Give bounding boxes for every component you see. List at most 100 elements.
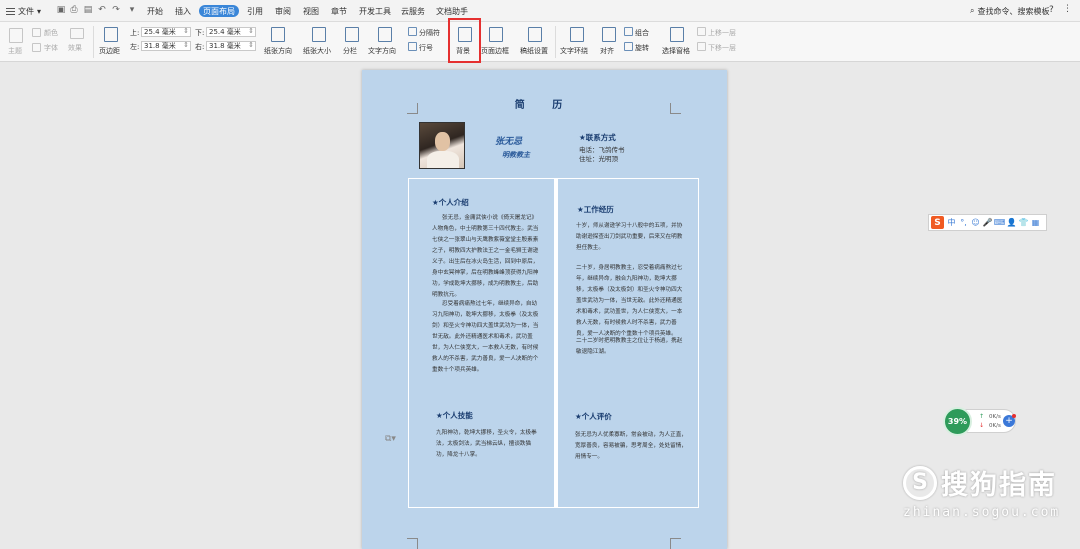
paper-size-icon xyxy=(312,27,326,42)
contact-address: 住址：光明顶 xyxy=(579,155,618,163)
top-margin-label: 上: xyxy=(130,29,140,37)
upload-arrow-icon: ↑ xyxy=(979,413,985,420)
evaluation-heading: ★个人评价 xyxy=(575,412,612,421)
download-speed: 0K/s xyxy=(989,423,1001,429)
align-icon xyxy=(602,27,616,42)
group-icon xyxy=(624,27,633,36)
user-icon[interactable]: 👤 xyxy=(1007,218,1017,227)
print-icon[interactable]: ⎙ xyxy=(68,4,80,16)
columns-button[interactable]: 分栏 xyxy=(343,46,357,56)
document-page[interactable]: 简 历 张无忌 明教教主 ★联系方式 电话：飞鸽传书 住址：光明顶 ★个人介绍 … xyxy=(362,70,727,549)
sogou-zhinan-logo-icon xyxy=(903,465,937,500)
network-monitor-widget[interactable]: 39% ↑ 0K/s ↓ 0K/s + xyxy=(943,407,1016,436)
skills-paragraph: 九阳神功，乾坤大挪移，圣火令，太极拳法，太极剑法，武当梯云纵，擅谈跌猫功，降龙十… xyxy=(436,430,537,458)
tab-page-layout[interactable]: 页面布局 xyxy=(199,5,239,17)
emoji-icon[interactable]: ☺ xyxy=(971,218,980,227)
text-wrap-icon xyxy=(570,27,584,42)
margin-corner-mark xyxy=(407,538,418,549)
customize-toolbar-icon[interactable]: ▾ xyxy=(126,4,138,16)
photo-robe xyxy=(427,151,459,168)
bring-forward-button[interactable]: 上移一层 xyxy=(708,28,736,38)
command-search[interactable]: ⌕ 查找命令、搜索模板 xyxy=(970,5,1049,17)
person-role: 明教教主 xyxy=(502,150,530,159)
text-wrap-button[interactable]: 文字环绕 xyxy=(560,46,588,56)
column-divider xyxy=(554,178,558,508)
menu-bar: 文件 ▾ ▣ ⎙ ▤ ↶ ↷ ▾ 开始 插入 页面布局 引用 审阅 视图 章节 … xyxy=(0,0,1080,22)
keyboard-icon[interactable]: ⌨ xyxy=(994,218,1006,227)
watermark-url: zhinan.sogou.com xyxy=(903,505,1061,520)
paragraph-layout-icon[interactable]: ⧉▾ xyxy=(385,434,396,444)
right-margin-label: 右: xyxy=(195,43,205,51)
profile-photo[interactable] xyxy=(419,122,465,169)
paper-size-button[interactable]: 纸张大小 xyxy=(303,46,331,56)
accelerate-icon[interactable]: + xyxy=(1003,414,1016,427)
fonts-icon xyxy=(32,43,41,52)
intro-paragraph-1: 张无忌，金庸武侠小说《倚天屠龙记》人物角色，中土明教第三十四代教主。武当七侠之一… xyxy=(432,215,539,298)
tab-view[interactable]: 视图 xyxy=(300,4,322,18)
colors-button[interactable]: 颜色 xyxy=(44,28,58,38)
bring-forward-icon xyxy=(697,27,706,36)
bottom-margin-label: 下: xyxy=(195,29,205,37)
group-button[interactable]: 组合 xyxy=(635,28,649,38)
draft-paper-icon xyxy=(528,27,542,42)
tab-developer[interactable]: 开发工具 xyxy=(358,4,392,18)
theme-button[interactable]: 主题 xyxy=(8,46,22,56)
effects-icon xyxy=(70,28,84,39)
line-numbers-button[interactable]: 行号 xyxy=(419,43,433,53)
redo-icon[interactable]: ↷ xyxy=(110,4,122,16)
breaks-button[interactable]: 分隔符 xyxy=(419,28,440,38)
draft-paper-button[interactable]: 稿纸设置 xyxy=(520,46,548,56)
export-pdf-icon[interactable]: ▤ xyxy=(82,4,94,16)
photo-face xyxy=(435,132,450,151)
tab-references[interactable]: 引用 xyxy=(244,4,266,18)
line-numbers-icon xyxy=(408,42,417,51)
toolbox-icon[interactable]: ▦ xyxy=(1031,218,1040,227)
language-toggle-icon[interactable]: 中 xyxy=(947,218,956,227)
microphone-icon[interactable]: 🎤 xyxy=(983,218,993,227)
hamburger-icon xyxy=(6,7,15,15)
save-icon[interactable]: ▣ xyxy=(55,4,67,16)
top-margin-input[interactable]: 25.4 毫米 xyxy=(141,27,191,37)
help-icon[interactable]: ? xyxy=(1049,5,1054,15)
search-icon: ⌕ xyxy=(970,6,975,15)
ribbon-divider xyxy=(555,26,556,58)
page-border-button[interactable]: 页面边框 xyxy=(481,46,509,56)
work-paragraph-3: 二十二岁时把明教教主之位让于杨逍，携赵敏退隐江湖。 xyxy=(576,338,683,355)
columns-icon xyxy=(345,27,359,42)
rotate-button[interactable]: 旋转 xyxy=(635,43,649,53)
align-button[interactable]: 对齐 xyxy=(600,46,614,56)
undo-icon[interactable]: ↶ xyxy=(96,4,108,16)
orientation-button[interactable]: 纸张方向 xyxy=(264,46,292,56)
more-options-icon[interactable]: ⋮ xyxy=(1063,4,1072,14)
background-button-highlight xyxy=(448,18,481,63)
tab-review[interactable]: 审阅 xyxy=(272,4,294,18)
tab-sections[interactable]: 章节 xyxy=(328,4,350,18)
page-border-icon xyxy=(489,27,503,42)
intro-paragraph-2: 忍受着病痛熬过七年，继续异命，自幼习九阳神功，乾坤大挪移，太极拳（及太极剑）和圣… xyxy=(432,301,539,373)
work-paragraph-1: 十岁，师从谢逊学习十八般中的五项，并协助谢逊探查出刀剑武功重要，后来又在明教担任… xyxy=(576,223,683,251)
text-direction-icon xyxy=(378,27,392,42)
selection-pane-button[interactable]: 选择窗格 xyxy=(662,46,690,56)
send-backward-button[interactable]: 下移一层 xyxy=(708,43,736,53)
memory-usage-gauge[interactable]: 39% xyxy=(943,407,972,436)
tab-cloud-service[interactable]: 云服务 xyxy=(400,4,426,18)
upload-speed: 0K/s xyxy=(989,414,1001,420)
bottom-margin-input[interactable]: 25.4 毫米 xyxy=(206,27,256,37)
ime-toolbar[interactable]: S 中 °, ☺ 🎤 ⌨ 👤 👕 ▦ xyxy=(928,214,1047,231)
theme-icon xyxy=(9,28,23,43)
right-margin-input[interactable]: 31.8 毫米 xyxy=(206,41,256,51)
left-margin-input[interactable]: 31.8 毫米 xyxy=(141,41,191,51)
tab-home[interactable]: 开始 xyxy=(144,4,166,18)
punctuation-icon[interactable]: °, xyxy=(959,218,968,227)
file-menu-label: 文件 xyxy=(18,6,34,16)
margins-button[interactable]: 页边距 xyxy=(99,46,120,56)
fonts-button[interactable]: 字体 xyxy=(44,43,58,53)
tab-doc-assistant[interactable]: 文档助手 xyxy=(434,4,470,18)
file-menu[interactable]: 文件 ▾ xyxy=(6,4,41,18)
skin-icon[interactable]: 👕 xyxy=(1019,218,1029,227)
rotate-icon xyxy=(624,42,633,51)
tab-insert[interactable]: 插入 xyxy=(172,4,194,18)
effects-button[interactable]: 效果 xyxy=(68,43,82,53)
text-direction-button[interactable]: 文字方向 xyxy=(368,46,396,56)
watermark: 搜狗指南 xyxy=(903,463,1057,502)
